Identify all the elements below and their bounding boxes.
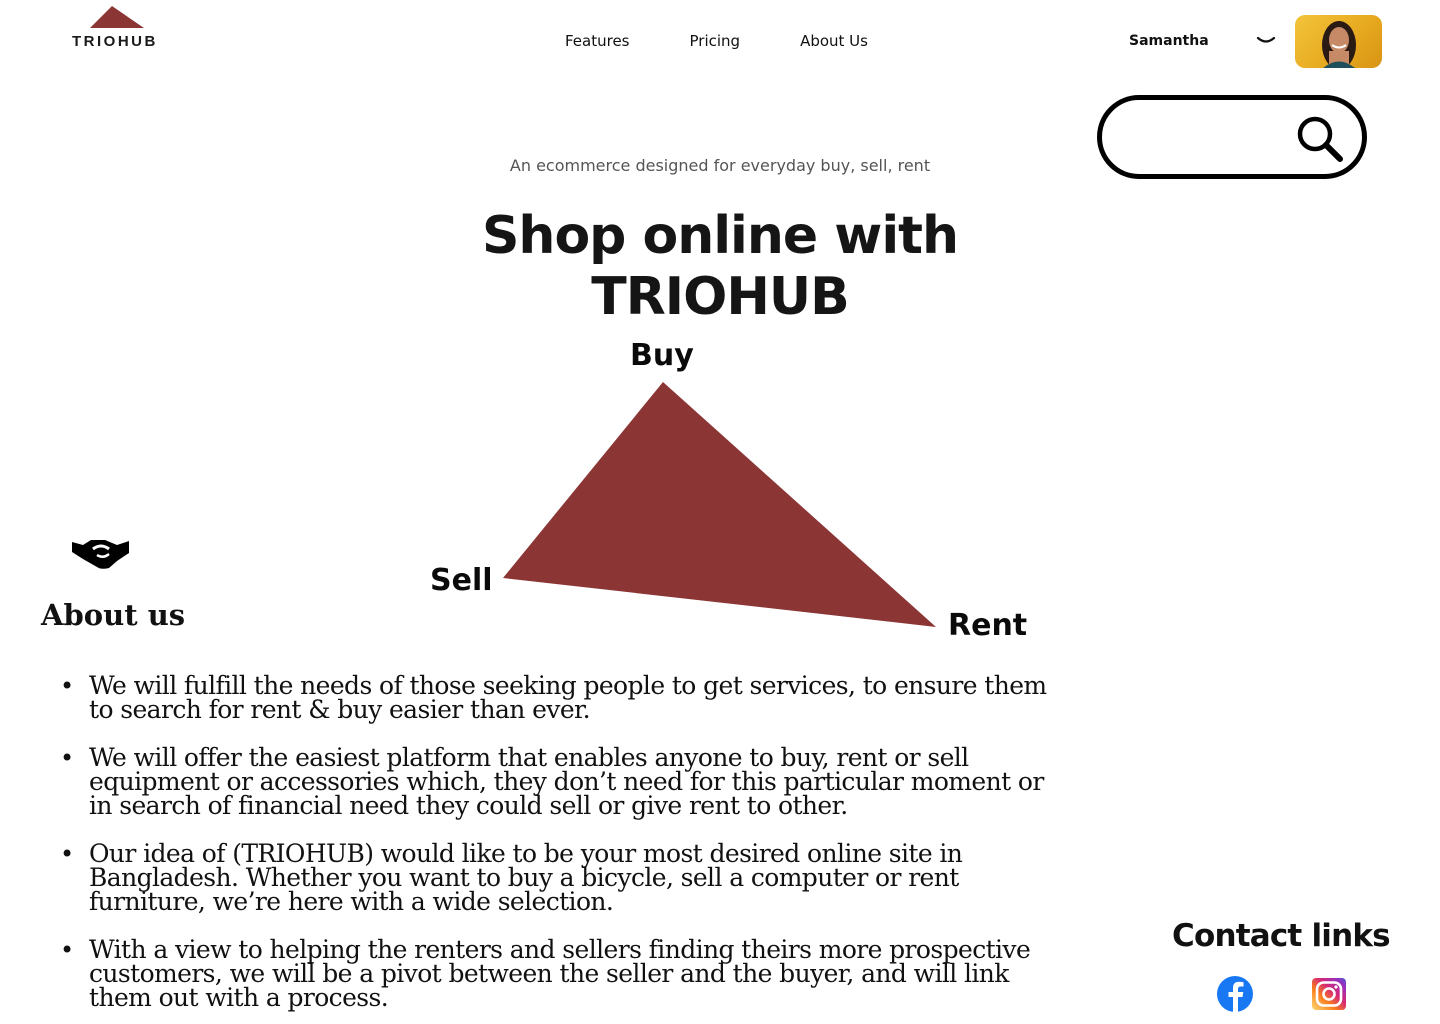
avatar[interactable] bbox=[1295, 15, 1382, 68]
list-item: • We will offer the easiest platform that… bbox=[60, 743, 1060, 820]
bullet: • bbox=[60, 936, 74, 964]
user-name[interactable]: Samantha bbox=[1129, 33, 1209, 49]
nav-about-us[interactable]: About Us bbox=[800, 32, 868, 50]
nav-features[interactable]: Features bbox=[565, 32, 630, 50]
list-item: • With a view to helping the renters and… bbox=[60, 935, 1060, 1012]
label-rent: Rent bbox=[948, 608, 1028, 643]
bullet: • bbox=[60, 672, 74, 700]
about-item-text: Our idea of (TRIOHUB) would like to be y… bbox=[89, 839, 963, 916]
page: TRIOHUB Features Pricing About Us Samant… bbox=[0, 0, 1440, 1024]
about-heading: About us bbox=[41, 598, 186, 632]
handshake-icon bbox=[72, 540, 129, 569]
nav-pricing[interactable]: Pricing bbox=[690, 32, 741, 50]
label-buy: Buy bbox=[630, 338, 694, 373]
hero-tagline: An ecommerce designed for everyday buy, … bbox=[509, 156, 931, 175]
search-input[interactable] bbox=[1124, 118, 1294, 156]
bullet: • bbox=[60, 840, 74, 868]
list-item: • We will fulfill the needs of those seek… bbox=[60, 671, 1060, 724]
hero-title-line1: Shop online with bbox=[481, 206, 959, 266]
list-item: • Our idea of (TRIOHUB) would like to be … bbox=[60, 839, 1060, 916]
about-list: • We will fulfill the needs of those seek… bbox=[60, 671, 1060, 1024]
logo[interactable]: TRIOHUB bbox=[72, 6, 172, 54]
main-nav: Features Pricing About Us bbox=[565, 32, 868, 50]
about-item-text: We will fulfill the needs of those seeki… bbox=[89, 671, 1047, 724]
facebook-icon[interactable] bbox=[1214, 975, 1256, 1013]
about-item-text: We will offer the easiest platform that … bbox=[89, 743, 1044, 820]
about-item-text: With a view to helping the renters and s… bbox=[89, 935, 1031, 1012]
chevron-down-icon[interactable] bbox=[1256, 36, 1276, 46]
label-sell: Sell bbox=[430, 563, 493, 598]
logo-text: TRIOHUB bbox=[72, 33, 158, 50]
instagram-icon[interactable] bbox=[1311, 977, 1347, 1011]
hero-title: Shop online with TRIOHUB bbox=[0, 206, 1440, 328]
bullet: • bbox=[60, 744, 74, 772]
contact-heading: Contact links bbox=[1172, 918, 1391, 954]
buy-sell-rent-triangle bbox=[503, 382, 936, 627]
logo-triangle-icon bbox=[90, 6, 144, 28]
hero-title-line2: TRIOHUB bbox=[591, 267, 849, 327]
avatar-photo bbox=[1322, 21, 1356, 68]
